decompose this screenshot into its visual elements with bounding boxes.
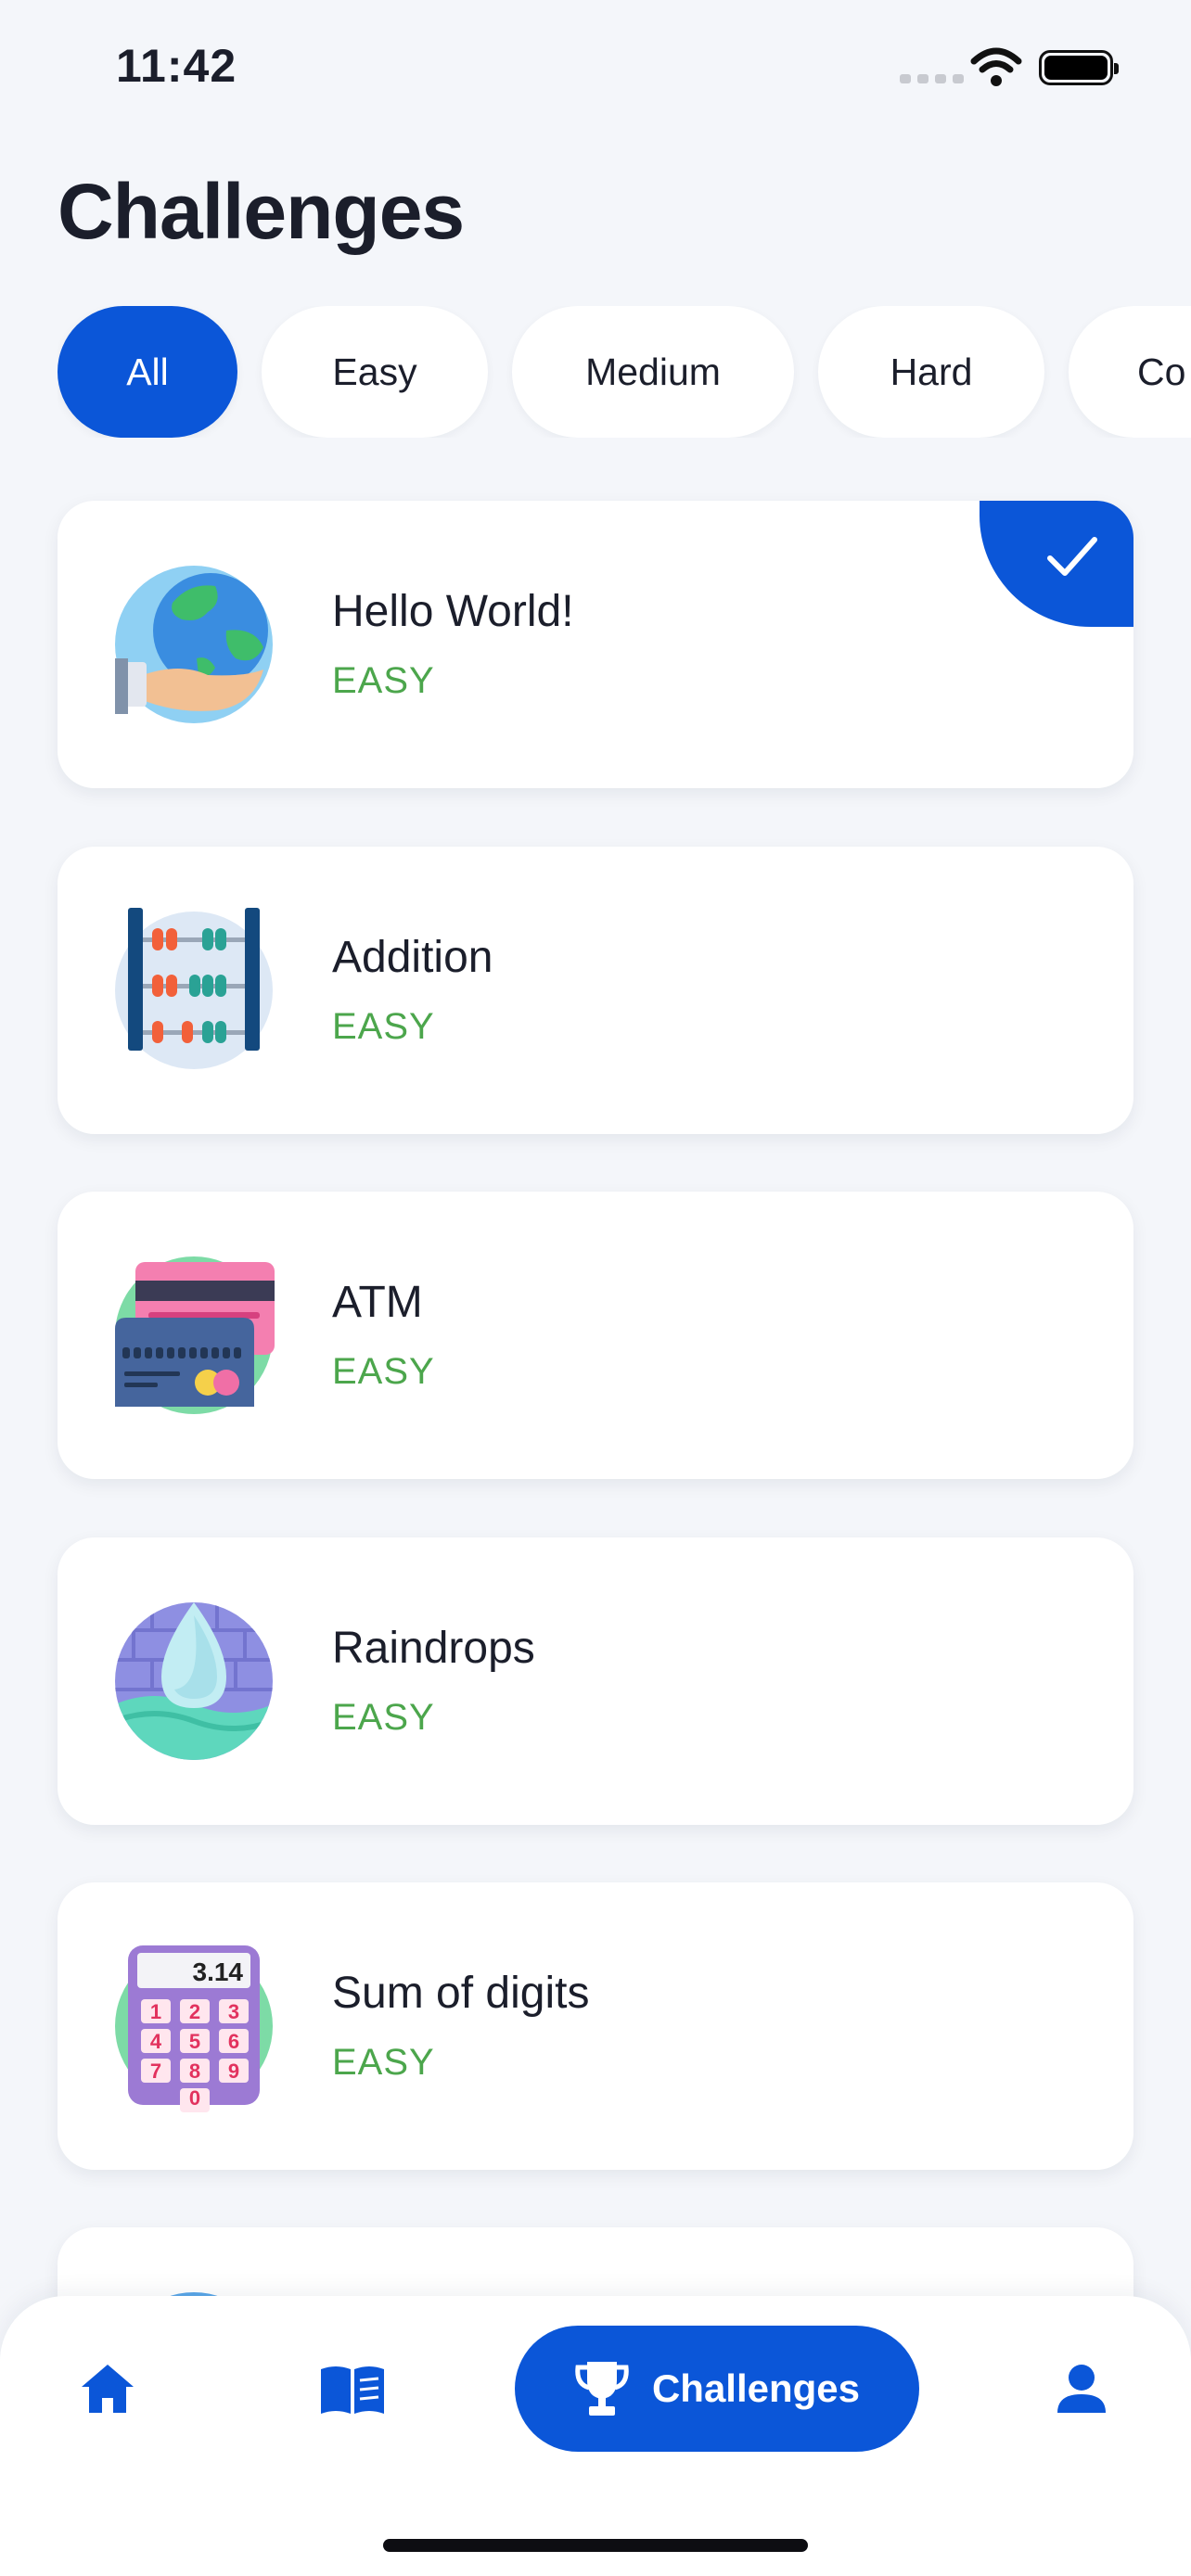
challenge-title: Sum of digits <box>332 1969 590 2018</box>
water-drop-icon <box>115 1602 273 1760</box>
challenge-title: Raindrops <box>332 1624 535 1673</box>
profile-icon <box>1057 2365 1106 2413</box>
globe-in-hand-icon <box>115 566 273 723</box>
difficulty-label: EASY <box>332 2042 435 2083</box>
filter-partial[interactable]: Co <box>1069 306 1191 438</box>
nav-learn[interactable] <box>306 2342 399 2435</box>
challenge-title: Hello World! <box>332 587 574 636</box>
challenge-card[interactable]: 3.14 1 2 3 4 5 6 7 8 9 0 Sum of digits E… <box>58 1882 1133 2170</box>
challenge-title: ATM <box>332 1278 423 1327</box>
credit-cards-icon <box>115 1256 275 1414</box>
calc-key: 1 <box>150 2000 161 2023</box>
challenge-card[interactable]: Raindrops EASY <box>58 1537 1133 1825</box>
status-time: 11:42 <box>116 40 237 92</box>
calc-key: 5 <box>189 2030 200 2053</box>
wifi-icon <box>970 47 1022 86</box>
battery-icon <box>1039 50 1119 85</box>
calc-key: 4 <box>150 2030 162 2053</box>
difficulty-label: EASY <box>332 1697 435 1738</box>
page-title: Challenges <box>58 168 465 255</box>
checkmark-icon <box>1047 537 1097 576</box>
filter-easy[interactable]: Easy <box>262 306 488 438</box>
abacus-icon <box>115 908 273 1069</box>
filter-chips: All Easy Medium Hard Co <box>58 306 1191 438</box>
filter-hard[interactable]: Hard <box>818 306 1044 438</box>
calc-key: 7 <box>150 2060 161 2083</box>
home-icon <box>82 2365 134 2413</box>
calc-key: 0 <box>189 2086 200 2110</box>
book-icon <box>321 2366 384 2414</box>
difficulty-label: EASY <box>332 660 435 701</box>
calculator-icon: 3.14 1 2 3 4 5 6 7 8 9 0 <box>115 1945 273 2112</box>
calc-key: 2 <box>189 2000 200 2023</box>
difficulty-label: EASY <box>332 1351 435 1392</box>
nav-home[interactable] <box>61 2342 154 2435</box>
difficulty-label: EASY <box>332 1006 435 1047</box>
calc-key: 9 <box>228 2060 239 2083</box>
filter-all[interactable]: All <box>58 306 237 438</box>
challenge-card[interactable]: Addition EASY <box>58 847 1133 1134</box>
calc-key: 6 <box>228 2030 239 2053</box>
completed-badge <box>980 501 1133 627</box>
calc-key: 8 <box>189 2060 200 2083</box>
nav-challenges-label: Challenges <box>651 2366 861 2410</box>
challenge-card[interactable]: ATM EASY <box>58 1192 1133 1479</box>
cellular-signal-icon <box>900 74 964 83</box>
bottom-nav: Challenges <box>0 2296 1191 2576</box>
filter-medium[interactable]: Medium <box>512 306 794 438</box>
calc-key: 3 <box>228 2000 239 2023</box>
calculator-display: 3.14 <box>193 1958 244 1986</box>
nav-profile[interactable] <box>1035 2342 1128 2435</box>
nav-challenges[interactable]: Challenges <box>515 2326 919 2452</box>
home-indicator <box>383 2539 808 2552</box>
trophy-icon <box>575 2362 629 2416</box>
challenge-card[interactable]: Hello World! EASY <box>58 501 1133 788</box>
challenge-title: Addition <box>332 933 493 982</box>
